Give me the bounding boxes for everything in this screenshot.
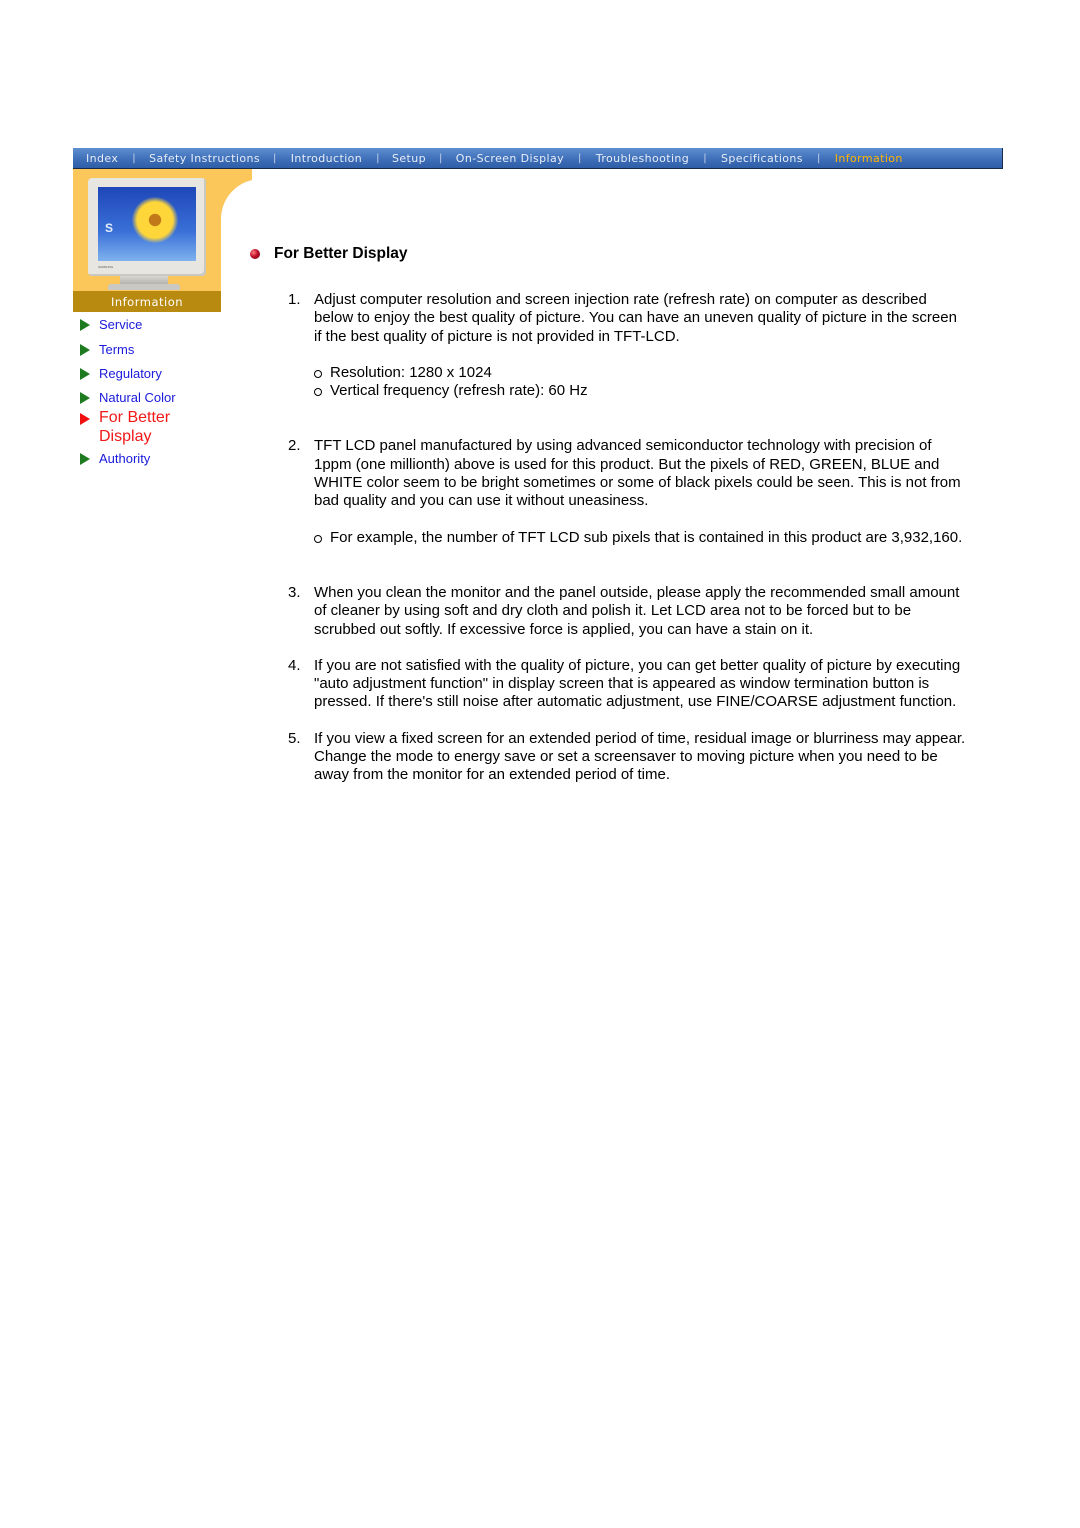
monitor-screen: S	[98, 187, 196, 261]
sub-list: For example, the number of TFT LCD sub p…	[288, 529, 968, 547]
sub-list: Resolution: 1280 x 1024 Vertical frequen…	[288, 364, 968, 401]
nav-on-screen-display[interactable]: On-Screen Display	[456, 152, 564, 165]
tips-list: 1. Adjust computer resolution and screen…	[288, 291, 968, 785]
monitor-brand-label: SAMSUNG	[98, 265, 114, 269]
sidebar-item-terms[interactable]: Terms	[80, 342, 220, 358]
nav-separator: |	[703, 152, 707, 164]
nav-specifications[interactable]: Specifications	[721, 152, 803, 165]
page-title: For Better Display	[274, 245, 408, 262]
sub-list-item: Vertical frequency (refresh rate): 60 Hz	[288, 382, 968, 400]
top-nav-bar: Index | Safety Instructions | Introducti…	[73, 148, 1003, 169]
nav-safety-instructions[interactable]: Safety Instructions	[149, 152, 260, 165]
nav-introduction[interactable]: Introduction	[291, 152, 362, 165]
nav-index[interactable]: Index	[86, 152, 118, 165]
list-number: 3.	[288, 583, 301, 601]
list-number: 5.	[288, 729, 301, 747]
sub-list-item: Resolution: 1280 x 1024	[288, 364, 968, 382]
monitor-image: S SAMSUNG	[88, 178, 206, 276]
list-item-text: If you are not satisfied with the qualit…	[314, 656, 961, 711]
nav-troubleshooting[interactable]: Troubleshooting	[596, 152, 689, 165]
sidebar-item-label[interactable]: For Better Display	[99, 409, 180, 446]
sidebar-item-label[interactable]: Service	[99, 317, 142, 333]
sidebar-item-service[interactable]: Service	[80, 317, 220, 333]
arrow-right-icon	[80, 319, 90, 331]
nav-separator: |	[578, 152, 582, 164]
monitor-logo: S	[105, 221, 114, 235]
nav-separator: |	[376, 152, 380, 164]
sub-list-item: For example, the number of TFT LCD sub p…	[288, 529, 968, 547]
monitor-stand-base	[108, 284, 180, 290]
red-ball-bullet-icon	[250, 249, 260, 259]
sidebar-item-natural-color[interactable]: Natural Color	[80, 390, 220, 406]
list-item: 3. When you clean the monitor and the pa…	[288, 584, 968, 639]
arrow-right-icon	[80, 392, 90, 404]
list-item-text: Adjust computer resolution and screen in…	[314, 291, 957, 345]
sidebar-item-label[interactable]: Natural Color	[99, 390, 176, 406]
list-item: 1. Adjust computer resolution and screen…	[288, 291, 968, 400]
arrow-right-icon	[80, 413, 90, 425]
nav-separator: |	[438, 152, 443, 164]
nav-separator: |	[816, 152, 821, 164]
sidebar-item-label[interactable]: Terms	[99, 342, 134, 358]
nav-setup[interactable]: Setup	[392, 152, 426, 165]
list-item-text: TFT LCD panel manufactured by using adva…	[314, 437, 961, 510]
nav-separator: |	[272, 152, 277, 164]
sidebar-item-for-better-display[interactable]: For Better Display	[80, 409, 180, 446]
list-item-text: When you clean the monitor and the panel…	[314, 583, 960, 638]
section-banner: Information	[73, 291, 221, 312]
decorative-curve	[221, 169, 301, 299]
main-content: For Better Display 1. Adjust computer re…	[250, 245, 970, 783]
list-item-text-continued: Change the mode to energy save or set a …	[314, 748, 938, 784]
list-item: 2. TFT LCD panel manufactured by using a…	[288, 437, 968, 546]
flower-icon	[132, 197, 178, 243]
sidebar-item-label[interactable]: Authority	[99, 451, 150, 467]
nav-information[interactable]: Information	[835, 152, 903, 165]
arrow-right-icon	[80, 368, 90, 380]
sidebar-menu: Service Terms Regulatory Natural Color F…	[80, 314, 220, 467]
sidebar-item-authority[interactable]: Authority	[80, 451, 220, 467]
arrow-right-icon	[80, 344, 90, 356]
list-item: 5. If you view a fixed screen for an ext…	[288, 730, 968, 785]
monitor-stand	[120, 276, 168, 284]
list-number: 4.	[288, 656, 301, 674]
arrow-right-icon	[80, 453, 90, 465]
list-number: 1.	[288, 291, 301, 308]
sidebar-item-label[interactable]: Regulatory	[99, 366, 162, 382]
nav-separator: |	[132, 152, 137, 164]
list-number: 2.	[288, 437, 301, 455]
list-item-text: If you view a fixed screen for an extend…	[314, 729, 966, 747]
page-heading: For Better Display	[250, 245, 970, 263]
list-item: 4. If you are not satisfied with the qua…	[288, 657, 968, 712]
sidebar-item-regulatory[interactable]: Regulatory	[80, 366, 220, 382]
